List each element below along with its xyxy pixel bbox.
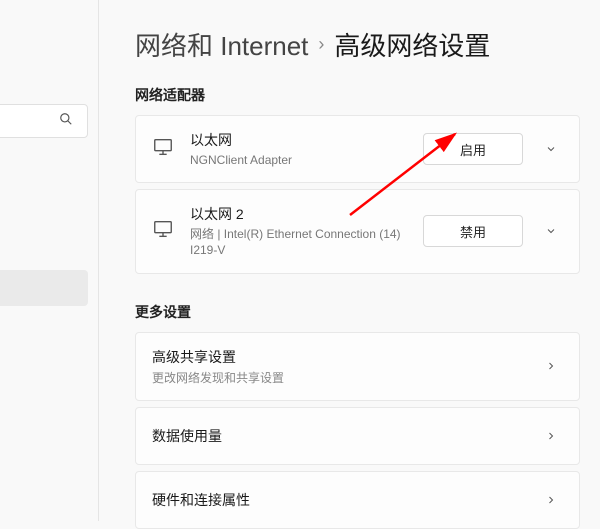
chevron-right-icon: › [318,34,324,55]
adapter-card-ethernet2[interactable]: 以太网 2 网络 | Intel(R) Ethernet Connection … [135,189,580,273]
link-title: 硬件和连接属性 [152,490,539,510]
adapter-description: NGNClient Adapter [190,152,407,168]
breadcrumb: 网络和 Internet › 高级网络设置 [135,26,580,63]
chevron-right-icon [539,494,563,506]
adapter-info: 以太网 2 网络 | Intel(R) Ethernet Connection … [190,204,407,258]
chevron-right-icon [539,430,563,442]
main-content: 网络和 Internet › 高级网络设置 网络适配器 以太网 NGNClien… [99,0,600,521]
disable-button[interactable]: 禁用 [423,215,523,247]
adapter-description: 网络 | Intel(R) Ethernet Connection (14) I… [190,226,407,258]
chevron-right-icon [539,360,563,372]
breadcrumb-current: 高级网络设置 [334,26,490,63]
sidebar-item-active[interactable] [0,270,88,306]
chevron-down-icon[interactable] [539,143,563,155]
link-data-usage[interactable]: 数据使用量 [135,407,580,465]
section-adapters-title: 网络适配器 [135,85,580,105]
monitor-icon [152,218,174,245]
adapter-name: 以太网 [190,130,407,150]
sidebar [0,0,98,521]
chevron-down-icon[interactable] [539,225,563,237]
link-hardware-properties[interactable]: 硬件和连接属性 [135,471,580,529]
enable-button[interactable]: 启用 [423,133,523,165]
link-subtitle: 更改网络发现和共享设置 [152,369,539,386]
monitor-icon [152,136,174,163]
adapter-info: 以太网 NGNClient Adapter [190,130,407,168]
section-more-title: 更多设置 [135,302,580,322]
breadcrumb-parent[interactable]: 网络和 Internet [135,26,308,63]
link-title: 高级共享设置 [152,347,539,367]
link-title: 数据使用量 [152,426,539,446]
search-input[interactable] [0,104,88,138]
search-icon [59,112,73,131]
link-advanced-sharing[interactable]: 高级共享设置 更改网络发现和共享设置 [135,332,580,401]
adapter-name: 以太网 2 [190,204,407,224]
sidebar-item[interactable] [0,191,88,227]
adapter-card-ethernet[interactable]: 以太网 NGNClient Adapter 启用 [135,115,580,183]
